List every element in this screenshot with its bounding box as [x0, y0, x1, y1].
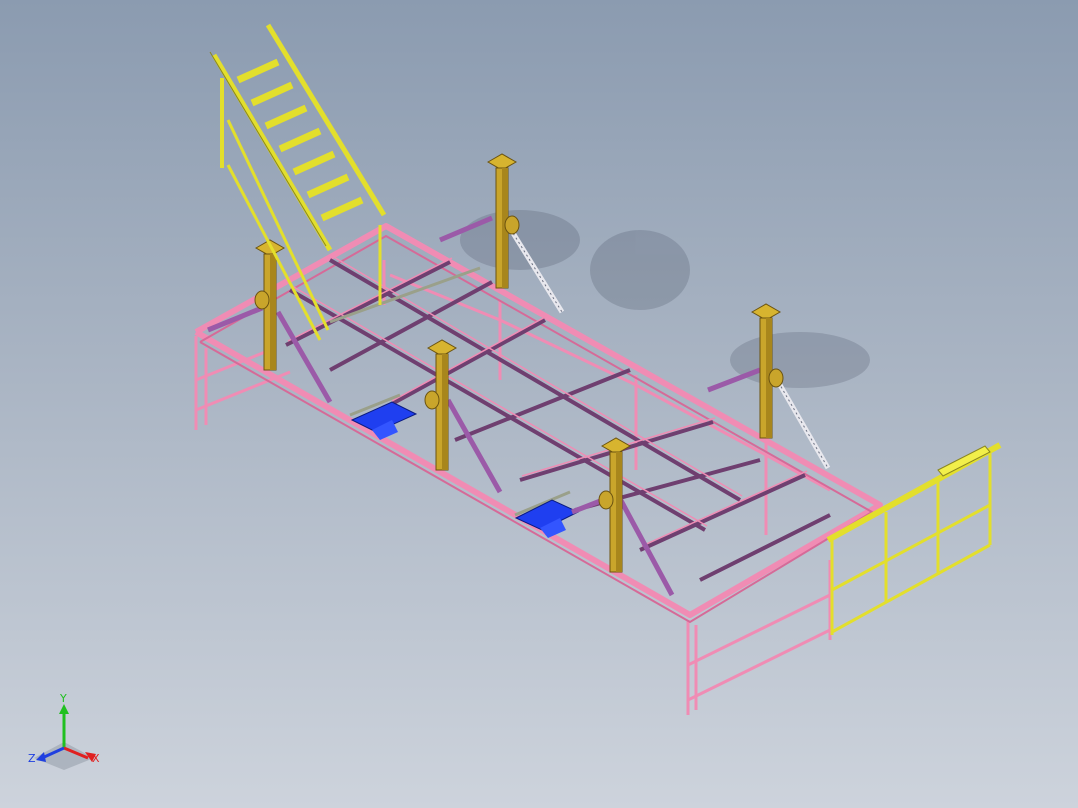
model-shadows: [460, 210, 870, 388]
platform-model[interactable]: [0, 0, 1078, 808]
z-axis-label: Z: [28, 752, 36, 765]
x-axis-label: X: [92, 752, 100, 765]
model-viewport[interactable]: Y X Z: [0, 0, 1078, 808]
lower-frame: [194, 260, 832, 715]
coordinate-triad-icon[interactable]: Y X Z: [22, 690, 112, 780]
deck-frame: [194, 223, 883, 618]
y-axis-label: Y: [59, 692, 67, 705]
end-gate: [826, 442, 1002, 635]
